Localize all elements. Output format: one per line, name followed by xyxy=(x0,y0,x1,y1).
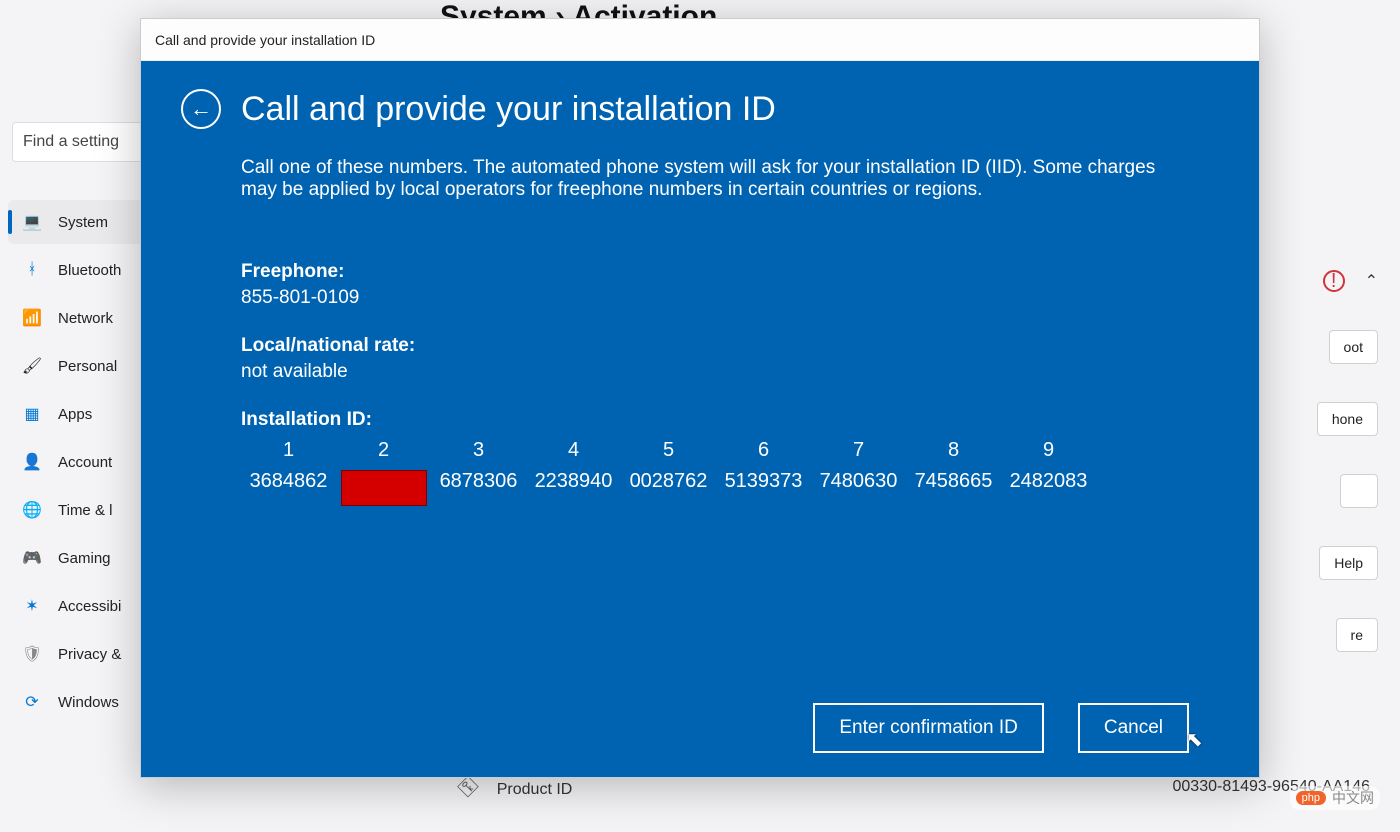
freephone-label: Freephone: xyxy=(241,261,1199,283)
iid-value-3: 6878306 xyxy=(431,470,526,512)
peek-button-3[interactable]: Help xyxy=(1319,546,1378,580)
peek-button-2[interactable] xyxy=(1340,474,1378,508)
rate-label: Local/national rate: xyxy=(241,335,1199,357)
enter-confirmation-id-button[interactable]: Enter confirmation ID xyxy=(813,703,1043,753)
sidebar-item-gaming-icon: 🎮 xyxy=(22,548,42,568)
arrow-left-icon: ← xyxy=(190,98,212,120)
sidebar-item-label: Windows xyxy=(58,694,119,711)
sidebar-item-label: Personal xyxy=(58,358,117,375)
peek-button-1[interactable]: hone xyxy=(1317,402,1378,436)
sidebar-item-label: Apps xyxy=(58,406,92,423)
search-placeholder: Find a setting xyxy=(23,133,119,151)
sidebar-item-label: Bluetooth xyxy=(58,262,121,279)
iid-header-6: 6 xyxy=(716,439,811,462)
watermark-badge: php xyxy=(1296,791,1326,805)
watermark: php 中文网 xyxy=(1290,786,1380,810)
sidebar-item-bluetooth-icon: ᚼ xyxy=(22,260,42,280)
peek-button-0[interactable]: oot xyxy=(1329,330,1378,364)
iid-value-2 xyxy=(336,470,431,512)
iid-header-2: 2 xyxy=(336,439,431,462)
sidebar-item-label: System xyxy=(58,214,108,231)
back-button[interactable]: ← xyxy=(181,89,221,129)
iid-value-6: 5139373 xyxy=(716,470,811,512)
rate-value: not available xyxy=(241,361,1199,383)
sidebar-item-windows-update-icon: ⟳ xyxy=(22,692,42,712)
sidebar-item-time-icon: 🌐 xyxy=(22,500,42,520)
sidebar-item-system-icon: 💻 xyxy=(22,212,42,232)
installation-id-table: 123456789 3684862 68783062238940002876251… xyxy=(241,439,1199,512)
peek-button-4[interactable]: re xyxy=(1336,618,1378,652)
sidebar-item-label: Accessibi xyxy=(58,598,121,615)
info-warning-icon: ! xyxy=(1323,270,1345,292)
iid-value-5: 0028762 xyxy=(621,470,716,512)
product-id-label: Product ID xyxy=(497,781,573,798)
iid-value-8: 7458665 xyxy=(906,470,1001,512)
sidebar-item-label: Account xyxy=(58,454,112,471)
iid-header-5: 5 xyxy=(621,439,716,462)
freephone-value: 855-801-0109 xyxy=(241,287,1199,309)
iid-header-3: 3 xyxy=(431,439,526,462)
sidebar-item-apps-icon: ▦ xyxy=(22,404,42,424)
redacted-block xyxy=(341,470,427,506)
iid-header-1: 1 xyxy=(241,439,336,462)
activation-dialog: Call and provide your installation ID ← … xyxy=(140,18,1260,778)
sidebar-item-label: Time & l xyxy=(58,502,112,519)
sidebar-item-label: Gaming xyxy=(58,550,111,567)
cancel-button[interactable]: Cancel xyxy=(1078,703,1189,753)
sidebar-item-personalization-icon: 🖌 xyxy=(22,356,42,376)
iid-header-7: 7 xyxy=(811,439,906,462)
chevron-up-icon[interactable]: ⌃ xyxy=(1365,271,1378,291)
installation-id-label: Installation ID: xyxy=(241,409,1199,431)
iid-header-8: 8 xyxy=(906,439,1001,462)
sidebar-item-accessibility-icon: ✶ xyxy=(22,596,42,616)
dialog-titlebar: Call and provide your installation ID xyxy=(141,19,1259,61)
sidebar-item-accounts-icon: 👤 xyxy=(22,452,42,472)
dialog-title: Call and provide your installation ID xyxy=(241,90,776,129)
dialog-description: Call one of these numbers. The automated… xyxy=(241,157,1181,201)
iid-header-9: 9 xyxy=(1001,439,1096,462)
iid-value-1: 3684862 xyxy=(241,470,336,512)
sidebar-item-label: Privacy & xyxy=(58,646,121,663)
iid-value-4: 2238940 xyxy=(526,470,621,512)
iid-header-4: 4 xyxy=(526,439,621,462)
iid-value-9: 2482083 xyxy=(1001,470,1096,512)
iid-value-7: 7480630 xyxy=(811,470,906,512)
watermark-text: 中文网 xyxy=(1332,788,1374,808)
sidebar-item-network-icon: 📶 xyxy=(22,308,42,328)
search-input[interactable]: Find a setting xyxy=(12,122,142,162)
sidebar-item-label: Network xyxy=(58,310,113,327)
sidebar-item-privacy-icon: 🛡 xyxy=(22,644,42,664)
